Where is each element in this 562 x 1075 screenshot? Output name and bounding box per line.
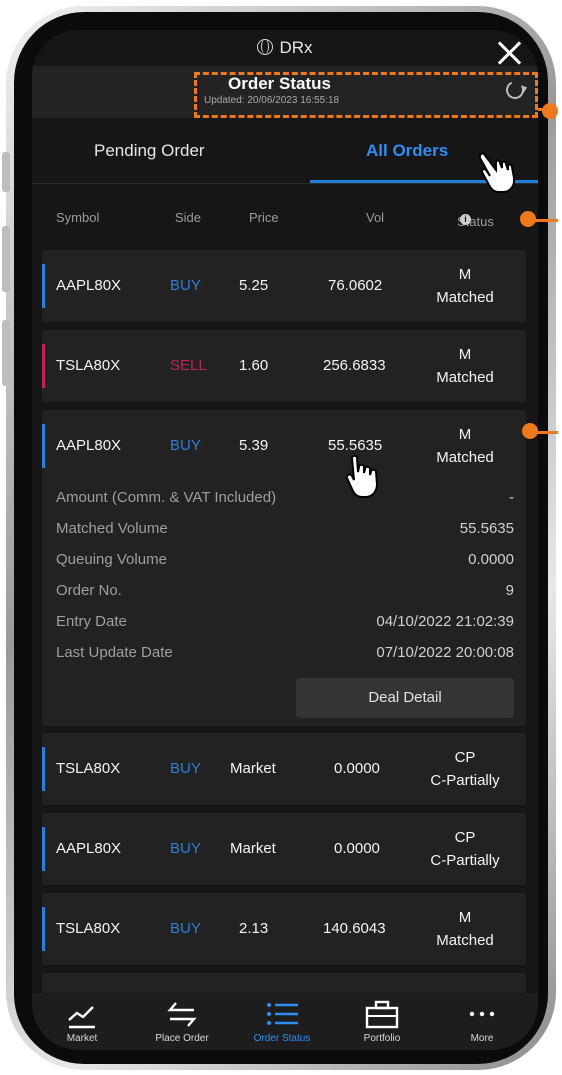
order-row[interactable]: TSLA80X BUY 2.13 140.6043 M Matched <box>42 893 526 965</box>
nav-order-status[interactable]: Order Status <box>232 993 332 1050</box>
order-status: M Matched <box>436 346 494 386</box>
side-indicator <box>42 907 45 951</box>
annotation-marker <box>520 211 536 227</box>
nav-market[interactable]: Market <box>32 993 132 1050</box>
order-price: Market <box>230 760 276 777</box>
order-symbol: AAPL80X <box>56 437 122 454</box>
order-row-expanded[interactable]: AAPL80X BUY 5.39 55.5635 M Matched Amount… <box>42 410 526 726</box>
detail-queuing-volume: Queuing Volume 0.0000 <box>56 551 514 568</box>
order-status: M Matched <box>436 266 494 306</box>
nav-place-order[interactable]: Place Order <box>132 993 232 1050</box>
list-icon <box>267 1003 298 1025</box>
phone-side-button <box>2 152 10 192</box>
annotation-marker <box>522 423 538 439</box>
column-header-vol: Vol <box>366 210 385 225</box>
tap-hand-icon <box>345 454 379 498</box>
order-vol: 0.0000 <box>334 760 380 777</box>
order-price: 2.13 <box>239 920 269 937</box>
nav-portfolio[interactable]: Portfolio <box>332 993 432 1050</box>
detail-entry-date: Entry Date 04/10/2022 21:02:39 <box>56 613 514 630</box>
column-headers: Symbol Side Price Vol Status i <box>56 210 494 229</box>
order-row[interactable]: AAPL80X BUY Market 0.0000 CP C-Partially <box>42 813 526 885</box>
order-symbol: TSLA80X <box>56 357 121 374</box>
order-side: BUY <box>170 437 201 454</box>
annotation-marker <box>542 103 558 119</box>
briefcase-icon <box>365 1000 399 1029</box>
tab-all-orders[interactable]: All Orders <box>366 141 448 161</box>
order-row[interactable]: TSLA80X BUY Market 0.0000 CP C-Partially <box>42 733 526 805</box>
order-price: 5.39 <box>239 437 269 454</box>
detail-last-update-date: Last Update Date 07/10/2022 20:00:08 <box>56 644 514 661</box>
tab-pending-order[interactable]: Pending Order <box>94 141 205 161</box>
column-header-price: Price <box>249 210 279 225</box>
detail-order-no: Order No. 9 <box>56 582 514 599</box>
column-header-symbol: Symbol <box>56 210 100 225</box>
order-row[interactable] <box>42 973 526 993</box>
annotation-highlight-box <box>194 72 538 118</box>
order-side: BUY <box>170 920 201 937</box>
order-price: 1.60 <box>239 357 269 374</box>
side-indicator <box>42 344 45 388</box>
order-vol: 55.5635 <box>328 437 383 454</box>
side-indicator <box>42 424 45 468</box>
bottom-nav: Market Place Order Order Status Portfoli… <box>32 993 538 1050</box>
order-symbol: TSLA80X <box>56 760 121 777</box>
order-price: Market <box>230 840 276 857</box>
nav-more[interactable]: More <box>432 993 532 1050</box>
chart-line-icon <box>68 1006 95 1029</box>
more-dots-icon <box>469 1011 495 1017</box>
order-side: BUY <box>170 840 201 857</box>
app-top-bar: DRx <box>32 30 538 66</box>
close-icon[interactable] <box>494 38 524 68</box>
column-header-side: Side <box>175 210 202 225</box>
order-symbol: AAPL80X <box>56 840 122 857</box>
order-tabs: Pending Order All Orders <box>32 118 538 184</box>
app-title: DRx <box>32 38 538 58</box>
order-vol: 76.0602 <box>328 277 383 294</box>
phone-side-button <box>2 320 10 386</box>
order-side: BUY <box>170 277 201 294</box>
order-side: BUY <box>170 760 201 777</box>
order-row[interactable]: TSLA80X SELL 1.60 256.6833 M Matched <box>42 330 526 402</box>
globe-icon <box>257 39 274 55</box>
swap-arrows-icon <box>167 1002 197 1027</box>
order-status: M Matched <box>436 426 494 466</box>
detail-matched-volume: Matched Volume 55.5635 <box>56 520 514 537</box>
side-indicator <box>42 264 45 308</box>
side-indicator <box>42 747 45 791</box>
order-vol: 0.0000 <box>334 840 380 857</box>
order-row[interactable]: AAPL80X BUY 5.25 76.0602 M Matched <box>42 250 526 322</box>
tap-hand-icon <box>478 152 516 193</box>
info-icon[interactable]: i <box>460 214 471 225</box>
order-price: 5.25 <box>239 277 269 294</box>
order-side: SELL <box>170 357 207 374</box>
order-status: CP C-Partially <box>430 749 500 789</box>
order-vol: 256.6833 <box>323 357 386 374</box>
app-screen: DRx Order Status Updated: 20/06/2023 16:… <box>32 30 538 1050</box>
phone-side-button <box>2 226 10 292</box>
order-vol: 140.6043 <box>323 920 386 937</box>
detail-amount: Amount (Comm. & VAT Included) - <box>56 489 514 506</box>
side-indicator <box>42 827 45 871</box>
order-symbol: TSLA80X <box>56 920 121 937</box>
deal-detail-button[interactable]: Deal Detail <box>296 678 514 718</box>
order-status: M Matched <box>436 909 494 949</box>
order-symbol: AAPL80X <box>56 277 122 294</box>
order-status: CP C-Partially <box>430 829 500 869</box>
